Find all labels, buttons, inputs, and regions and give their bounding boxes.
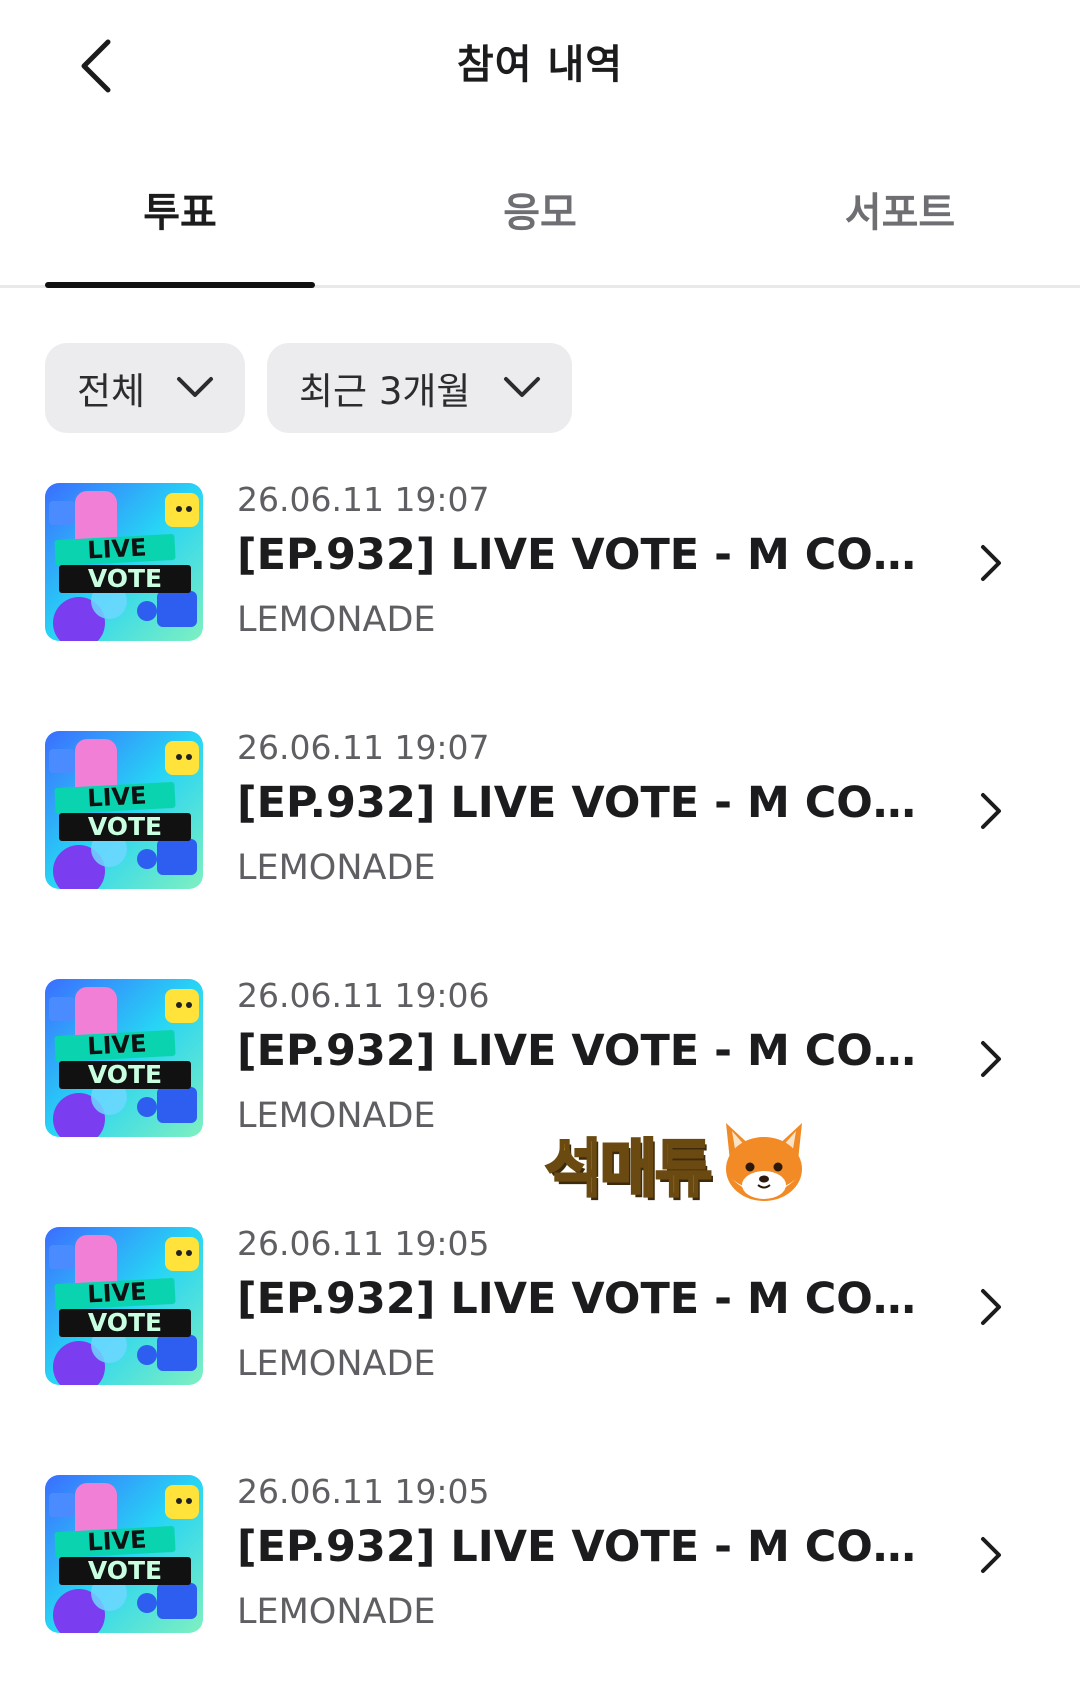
svg-text:VOTE: VOTE <box>88 812 162 841</box>
item-title: [EP.932] LIVE VOTE - M COUN... <box>237 530 917 580</box>
svg-text:LIVE: LIVE <box>87 1525 148 1556</box>
svg-text:VOTE: VOTE <box>88 1556 162 1585</box>
period-filter-dropdown[interactable]: 최근 3개월 <box>267 343 572 433</box>
tab-bar: 투표 응모 서포트 <box>0 160 1080 288</box>
list-item[interactable]: LIVE VOTE 26.06.11 19:05 [EP.932] LIVE V… <box>0 1472 1080 1672</box>
page-title: 참여 내역 <box>456 42 624 88</box>
svg-text:LIVE: LIVE <box>87 1029 148 1060</box>
vote-thumbnail: LIVE VOTE <box>45 1227 203 1385</box>
chevron-right-icon <box>981 545 1001 581</box>
active-tab-indicator <box>45 282 315 288</box>
item-date: 26.06.11 19:05 <box>237 1472 490 1511</box>
item-title: [EP.932] LIVE VOTE - M COUN... <box>237 1026 917 1076</box>
list-item[interactable]: LIVE VOTE 26.06.11 19:07 [EP.932] LIVE V… <box>0 728 1080 928</box>
svg-text:VOTE: VOTE <box>88 1308 162 1337</box>
chevron-down-icon <box>504 377 540 397</box>
item-title: [EP.932] LIVE VOTE - M COUN... <box>237 1522 917 1572</box>
tab-vote[interactable]: 투표 <box>35 180 325 238</box>
chevron-right-icon <box>981 1289 1001 1325</box>
chevron-right-icon <box>981 1041 1001 1077</box>
list-item[interactable]: LIVE VOTE 26.06.11 19:07 [EP.932] LIVE V… <box>0 480 1080 680</box>
item-title: [EP.932] LIVE VOTE - M COUN... <box>237 1274 917 1324</box>
app-header: 참여 내역 <box>0 0 1080 130</box>
item-artist: LEMONADE <box>237 1096 436 1136</box>
item-date: 26.06.11 19:07 <box>237 728 490 767</box>
svg-text:VOTE: VOTE <box>88 1060 162 1089</box>
svg-text:LIVE: LIVE <box>87 533 148 564</box>
chevron-right-icon <box>981 1537 1001 1573</box>
fox-face-icon <box>726 1123 803 1201</box>
vote-thumbnail: LIVE VOTE <box>45 979 203 1137</box>
tab-entry[interactable]: 응모 <box>395 180 685 238</box>
category-filter-label: 전체 <box>77 370 146 413</box>
period-filter-label: 최근 3개월 <box>299 370 471 413</box>
item-date: 26.06.11 19:07 <box>237 480 490 519</box>
list-item[interactable]: LIVE VOTE 26.06.11 19:05 [EP.932] LIVE V… <box>0 1224 1080 1424</box>
item-date: 26.06.11 19:05 <box>237 1224 490 1263</box>
vote-thumbnail: LIVE VOTE <box>45 1475 203 1633</box>
item-artist: LEMONADE <box>237 600 436 640</box>
vote-thumbnail: LIVE VOTE <box>45 483 203 641</box>
svg-text:VOTE: VOTE <box>88 564 162 593</box>
vote-thumbnail: LIVE VOTE <box>45 731 203 889</box>
svg-text:LIVE: LIVE <box>87 781 148 812</box>
item-artist: LEMONADE <box>237 1344 436 1384</box>
list-item[interactable]: LIVE VOTE 26.06.11 19:06 [EP.932] LIVE V… <box>0 976 1080 1176</box>
category-filter-dropdown[interactable]: 전체 <box>45 343 245 433</box>
sticker-overlay: 석매튜 <box>543 1108 812 1218</box>
chevron-right-icon <box>981 793 1001 829</box>
chevron-down-icon <box>177 377 213 397</box>
item-title: [EP.932] LIVE VOTE - M COUN... <box>237 778 917 828</box>
item-date: 26.06.11 19:06 <box>237 976 490 1015</box>
tab-support[interactable]: 서포트 <box>755 180 1045 238</box>
item-artist: LEMONADE <box>237 848 436 888</box>
sticker-text: 석매튜 <box>543 1131 713 1207</box>
svg-text:LIVE: LIVE <box>87 1277 148 1308</box>
item-artist: LEMONADE <box>237 1592 436 1632</box>
